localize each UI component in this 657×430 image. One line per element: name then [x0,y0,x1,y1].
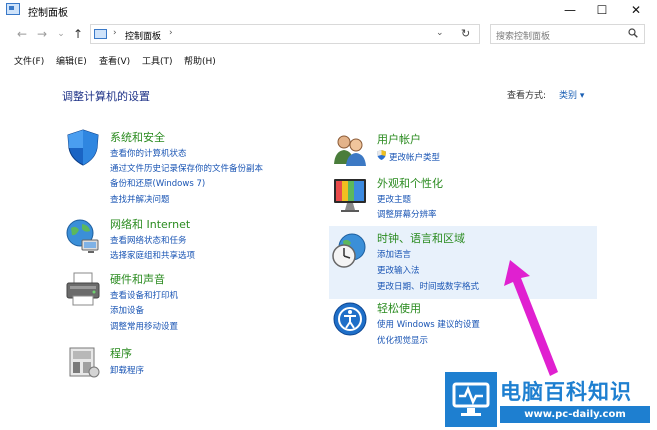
link-file-history-backup[interactable]: 通过文件历史记录保存你的文件备份副本 [110,162,263,174]
recent-locations-button[interactable]: ⌄ [53,24,69,44]
programs-icon[interactable] [64,342,102,380]
view-by-dropdown[interactable]: 类别 ▾ [559,88,584,101]
clock-globe-icon[interactable] [331,232,369,270]
forward-button[interactable]: → [34,24,50,44]
menu-tools[interactable]: 工具(T) [142,54,173,67]
link-windows-recommended-settings[interactable]: 使用 Windows 建议的设置 [377,318,480,330]
category-network-internet[interactable]: 网络和 Internet [110,216,190,232]
search-placeholder: 搜索控制面板 [496,32,551,42]
category-programs[interactable]: 程序 [110,345,132,361]
minimize-button[interactable]: — [553,0,587,20]
link-change-input-method[interactable]: 更改输入法 [377,264,420,276]
accessibility-icon[interactable] [331,300,369,338]
link-add-device[interactable]: 添加设备 [110,304,144,316]
menu-help[interactable]: 帮助(H) [184,54,216,67]
address-dropdown-button[interactable]: ⌄ [436,28,444,38]
shield-icon[interactable] [64,128,102,166]
watermark-url: www.pc-daily.com [500,406,650,423]
menu-edit[interactable]: 编辑(E) [56,54,87,67]
breadcrumb-separator[interactable]: › [169,28,173,38]
link-change-account-type[interactable]: 更改帐户类型 [389,151,440,163]
link-change-date-time-format[interactable]: 更改日期、时间或数字格式 [377,280,479,292]
address-bar[interactable]: › 控制面板 › ⌄ ↻ [90,24,480,44]
watermark-logo [445,372,497,427]
breadcrumb[interactable]: 控制面板 [125,29,161,42]
network-globe-icon[interactable] [64,216,102,254]
control-panel-icon [94,29,107,39]
category-ease-of-access[interactable]: 轻松使用 [377,300,421,316]
link-devices-printers[interactable]: 查看设备和打印机 [110,289,178,301]
window-title: 控制面板 [28,8,68,19]
link-add-language[interactable]: 添加语言 [377,248,411,260]
link-optimize-visual-display[interactable]: 优化视觉显示 [377,334,428,346]
search-input[interactable]: 搜索控制面板 [490,24,645,44]
uac-shield-icon [377,150,386,160]
search-icon[interactable] [628,28,638,41]
category-appearance-personalization[interactable]: 外观和个性化 [377,175,443,191]
back-button[interactable]: ← [14,24,30,44]
users-icon[interactable] [331,130,369,168]
view-by-label: 查看方式: [507,91,547,101]
control-panel-icon [6,3,20,15]
link-change-theme[interactable]: 更改主题 [377,193,411,205]
menu-file[interactable]: 文件(F) [14,54,44,67]
link-uninstall-program[interactable]: 卸载程序 [110,364,144,376]
close-button[interactable]: ✕ [619,0,653,20]
monitor-icon[interactable] [331,176,369,214]
link-mobility-settings[interactable]: 调整常用移动设置 [110,320,178,332]
up-button[interactable]: ↑ [70,24,86,44]
category-hardware-sound[interactable]: 硬件和声音 [110,271,165,287]
link-homegroup-sharing[interactable]: 选择家庭组和共享选项 [110,249,195,261]
link-screen-resolution[interactable]: 调整屏幕分辨率 [377,208,437,220]
printer-icon[interactable] [64,270,102,308]
watermark: 电脑百科知识 www.pc-daily.com [445,372,657,427]
link-view-computer-status[interactable]: 查看你的计算机状态 [110,147,187,159]
link-backup-restore[interactable]: 备份和还原(Windows 7) [110,177,205,189]
refresh-button[interactable]: ↻ [461,27,470,40]
breadcrumb-separator[interactable]: › [113,28,117,38]
link-network-status[interactable]: 查看网络状态和任务 [110,234,187,246]
page-title: 调整计算机的设置 [62,90,150,103]
watermark-title: 电脑百科知识 [500,380,632,404]
annotation-arrow [504,260,558,376]
category-user-accounts[interactable]: 用户帐户 [377,131,421,147]
link-troubleshoot[interactable]: 查找并解决问题 [110,193,170,205]
title-bar: 控制面板 — ☐ ✕ [0,0,657,20]
category-system-security[interactable]: 系统和安全 [110,129,165,145]
menu-view[interactable]: 查看(V) [99,54,130,67]
category-clock-language-region[interactable]: 时钟、语言和区域 [377,230,465,246]
maximize-button[interactable]: ☐ [585,0,619,20]
